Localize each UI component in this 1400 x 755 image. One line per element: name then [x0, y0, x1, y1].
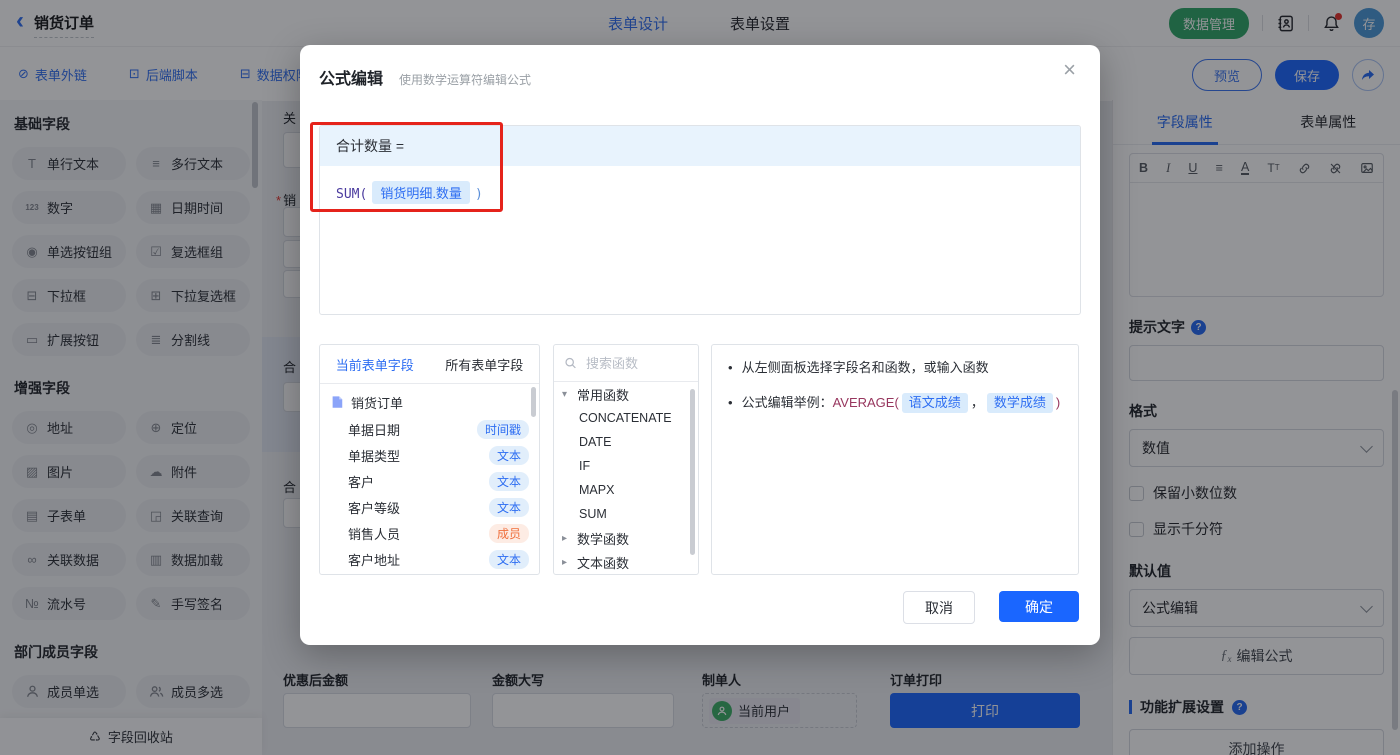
hint-example: 公式编辑举例：AVERAGE(语文成绩，数学成绩): [742, 393, 1061, 413]
modal-header: 公式编辑 使用数学运算符编辑公式: [319, 65, 531, 89]
variable-row[interactable]: 单据日期 时间戳: [320, 416, 539, 442]
tab-current-form-fields[interactable]: 当前表单字段: [320, 345, 430, 383]
variable-type-badge: 成员: [489, 524, 529, 543]
formula-target-bar: 合计数量 =: [320, 126, 1080, 166]
variable-type-badge: 文本: [489, 550, 529, 569]
hint-line-2: 公式编辑举例：AVERAGE(语文成绩，数学成绩): [728, 393, 1062, 413]
form-doc-icon: [330, 395, 344, 409]
function-group-common[interactable]: ▾ 常用函数: [554, 382, 698, 406]
function-group-label: 文本函数: [577, 553, 629, 572]
variable-row[interactable]: 单据类型 文本: [320, 442, 539, 468]
variable-name: 客户等级: [348, 498, 400, 517]
example-function-name: AVERAGE(: [833, 395, 899, 410]
variable-name: 销售人员: [348, 524, 400, 543]
functions-panel: ▾ 常用函数 CONCATENATE DATE IF MAPX SUM ▸ 数学…: [553, 344, 699, 575]
tab-all-form-fields[interactable]: 所有表单字段: [430, 345, 540, 383]
function-search-box: [554, 345, 698, 382]
function-item-mapx[interactable]: MAPX: [554, 478, 698, 502]
variable-type-badge: 文本: [489, 498, 529, 517]
function-group-text[interactable]: ▸ 文本函数: [554, 550, 698, 574]
function-item-sum[interactable]: SUM: [554, 502, 698, 526]
formula-close-paren: ): [475, 187, 483, 202]
variables-scrollbar-thumb[interactable]: [531, 387, 536, 417]
app-screen: ‹ 销货订单 表单设计 表单设置 数据管理: [0, 0, 1400, 755]
function-item-date[interactable]: DATE: [554, 430, 698, 454]
function-item-if[interactable]: IF: [554, 454, 698, 478]
variables-root-node[interactable]: 销货订单: [320, 384, 539, 416]
close-icon[interactable]: ×: [1063, 59, 1076, 81]
variables-panel: 当前表单字段 所有表单字段 销货订单 单据日期时间戳 单据类型文本 客户文本 客…: [319, 344, 540, 575]
variable-row[interactable]: 客户地址 文本: [320, 546, 539, 572]
hint-line-1: 从左侧面板选择字段名和函数，或输入函数: [728, 358, 1062, 378]
confirm-button[interactable]: 确定: [999, 591, 1079, 622]
variable-row[interactable]: 销售人员 成员: [320, 520, 539, 546]
variable-name: 客户地址: [348, 550, 400, 569]
search-function-input[interactable]: [584, 355, 688, 372]
variables-root-label: 销货订单: [351, 393, 403, 412]
example-field-chip: 数学成绩: [987, 393, 1053, 413]
function-item-concatenate[interactable]: CONCATENATE: [554, 406, 698, 430]
modal-footer: 取消 确定: [903, 591, 1079, 624]
variable-name: 客户: [348, 472, 374, 491]
formula-hint-panel: 从左侧面板选择字段名和函数，或输入函数 公式编辑举例：AVERAGE(语文成绩，…: [711, 344, 1079, 575]
variable-row[interactable]: 客户等级 文本: [320, 494, 539, 520]
formula-editor-modal: 公式编辑 使用数学运算符编辑公式 × 合计数量 = SUM(销货明细.数量) 可…: [300, 45, 1100, 645]
functions-scrollbar-thumb[interactable]: [690, 389, 695, 555]
formula-function-name: SUM(: [336, 187, 367, 202]
formula-input-area[interactable]: 合计数量 = SUM( 销货明细.数量): [319, 125, 1081, 315]
variables-tabs: 当前表单字段 所有表单字段: [320, 345, 539, 384]
variable-type-badge: 文本: [489, 472, 529, 491]
modal-subtitle: 使用数学运算符编辑公式: [399, 71, 531, 88]
function-group-label: 常用函数: [577, 385, 629, 404]
variable-name: 单据日期: [348, 420, 400, 439]
chevron-right-icon: ▸: [562, 557, 572, 568]
hint-text: 从左侧面板选择字段名和函数，或输入函数: [742, 358, 989, 378]
formula-field-chip: 销货明细.数量: [372, 181, 470, 204]
modal-title: 公式编辑: [319, 65, 383, 89]
example-field-chip: 语文成绩: [902, 393, 968, 413]
variable-name: 单据类型: [348, 446, 400, 465]
variable-type-badge: 时间戳: [477, 420, 529, 439]
cancel-button[interactable]: 取消: [903, 591, 975, 624]
search-icon: [564, 356, 577, 370]
variable-row[interactable]: 客户 文本: [320, 468, 539, 494]
formula-expression[interactable]: SUM( 销货明细.数量): [320, 166, 1080, 219]
chevron-down-icon: ▾: [562, 389, 572, 400]
variable-type-badge: 文本: [489, 446, 529, 465]
function-group-math[interactable]: ▸ 数学函数: [554, 526, 698, 550]
function-group-label: 数学函数: [577, 529, 629, 548]
chevron-right-icon: ▸: [562, 533, 572, 544]
